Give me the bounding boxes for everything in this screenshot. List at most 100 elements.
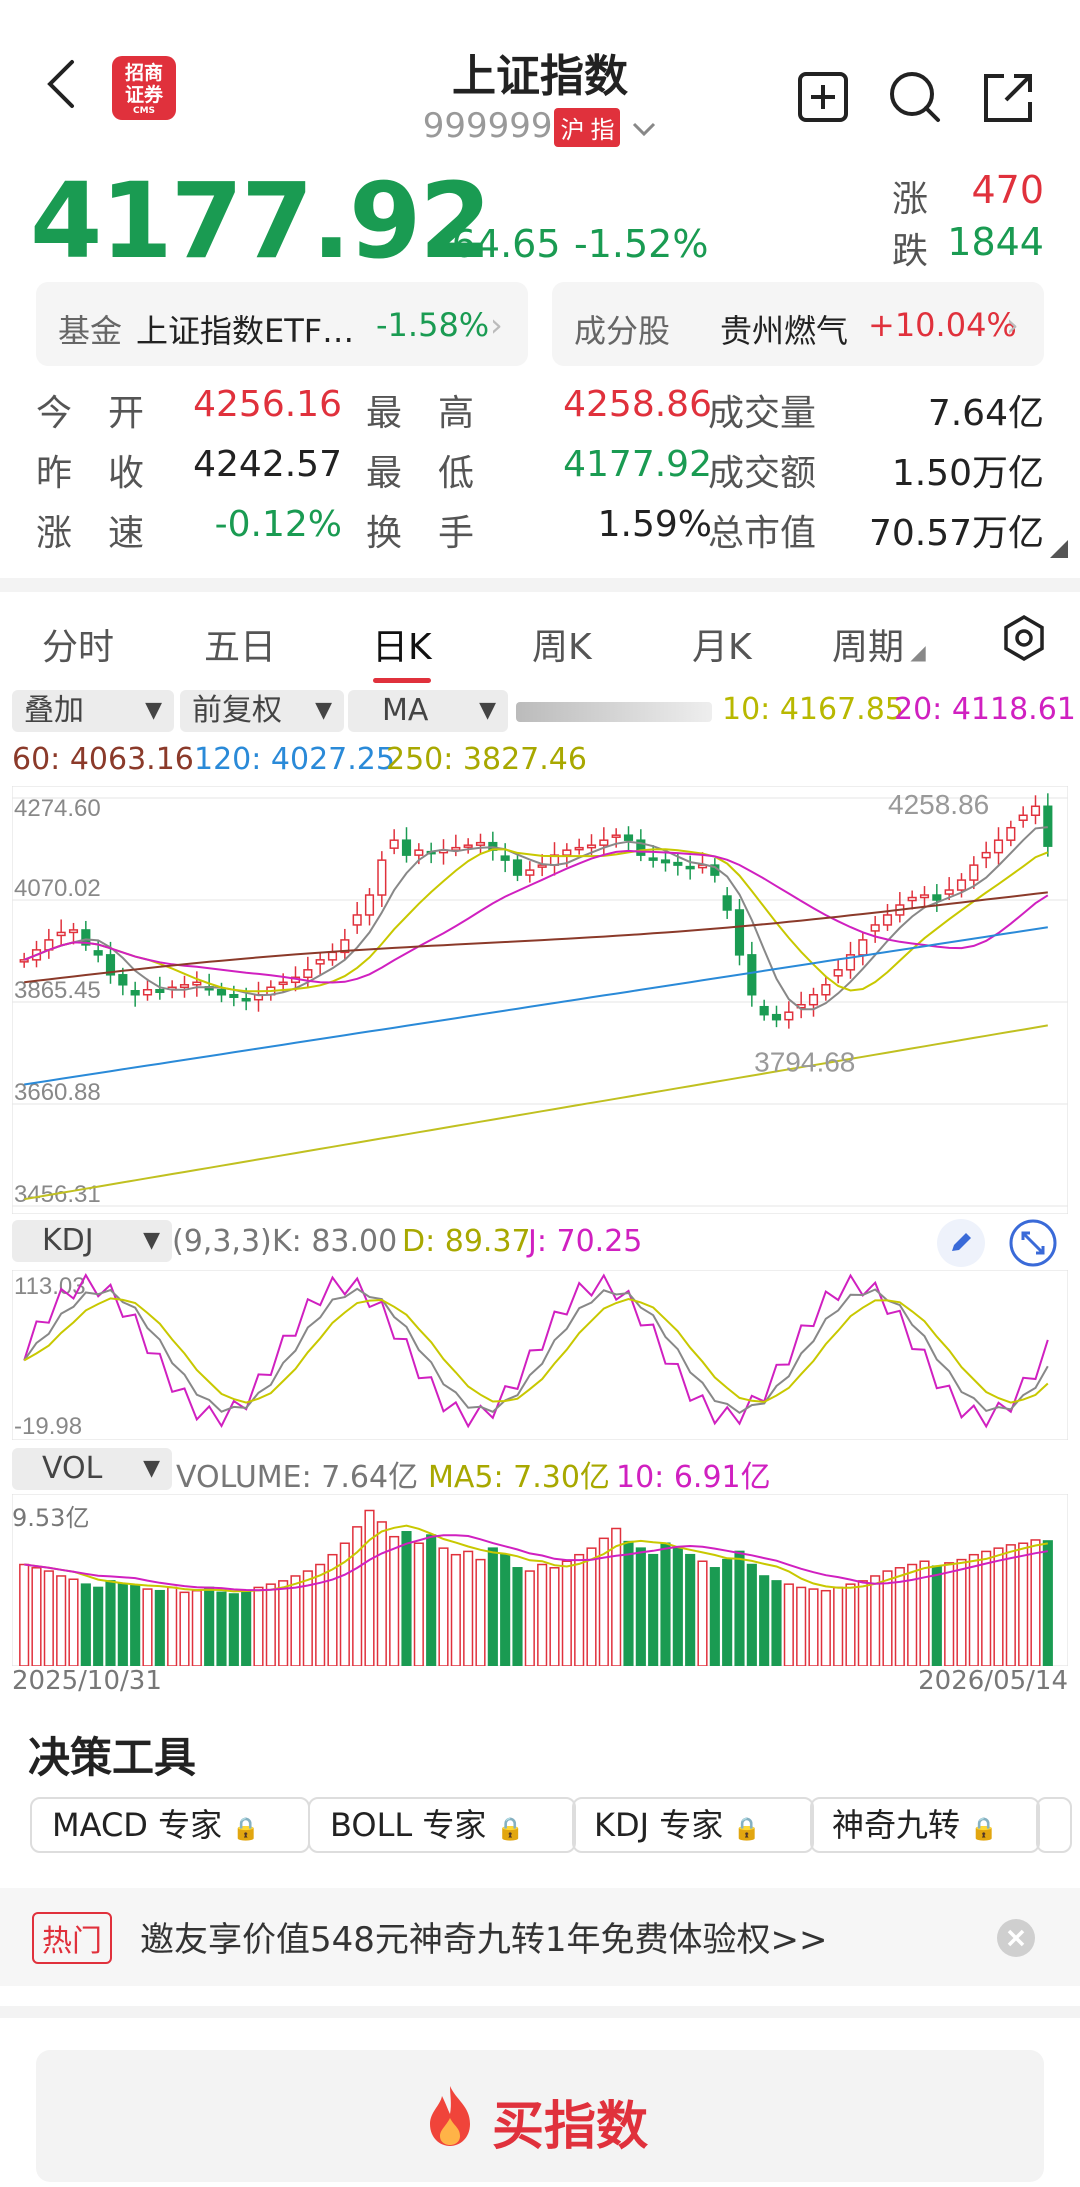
candle-body [401,839,412,856]
kdj-expert-chip[interactable]: KDJ 专家 🔒 [572,1797,814,1853]
ma20-line [23,849,1049,984]
candlestick-chart[interactable]: 4274.604070.023865.453660.883456.314258.… [12,786,1068,1214]
volume-bar [500,1553,511,1666]
dropdown-arrow-icon: ▼ [145,698,162,723]
candle-body [784,1011,794,1021]
candle-body [574,846,584,851]
volume-bar [401,1531,412,1666]
buy-index-button[interactable]: 买指数 [36,2050,1044,2182]
tab-period[interactable]: 周期 ◢ [832,618,926,670]
fullscreen-icon[interactable] [1008,1218,1058,1268]
stat-label: 昨 收 [36,453,145,494]
stat-value: 4177.92 [563,444,712,485]
chevron-right-icon: › [490,306,503,344]
candle-body [882,914,893,926]
candle-body [216,989,227,996]
boll-expert-chip[interactable]: BOLL 专家 🔒 [308,1797,576,1853]
volume-bar [968,1553,979,1666]
ma-scroll-bar[interactable] [516,702,712,722]
volume-bar [574,1553,585,1666]
stat-label: 成交额 [708,453,817,494]
buy-index-label: 买指数 [492,2097,649,2157]
tab-intraday[interactable]: 分时 [42,618,114,670]
related-fund-card[interactable]: 基金 上证指数ETF… -1.58% › [36,282,528,366]
volume-bar [68,1578,79,1666]
tab-five-day[interactable]: 五日 [204,618,276,670]
candle-body [969,864,979,881]
dropdown-arrow-icon: ▼ [315,698,332,723]
candle-body [993,839,1004,854]
candle-body [241,997,251,1002]
candle-body [93,950,103,956]
candle-body [944,889,954,895]
tab-weekly-k[interactable]: 周K [532,618,592,670]
tab-monthly-k[interactable]: 月K [692,618,752,670]
candle-body [179,984,190,989]
volume-bar [697,1560,708,1666]
candle-body [68,929,79,934]
candle-body [611,834,621,838]
ma20-value: 20: 4118.61 [894,692,1076,727]
candle-body [956,879,967,891]
stat-value: 7.64亿 [927,393,1044,434]
ma10-value: 10: 4167.85 [722,692,904,727]
stat-label: 成交量 [708,393,817,434]
magic-nine-chip[interactable]: 神奇九转 🔒 [810,1797,1040,1853]
indicator-dropdown[interactable]: MA ▼ [348,690,508,732]
candle-body [586,844,597,849]
up-label: 涨 [892,179,929,220]
y-tick-label: 3660.88 [14,1079,101,1106]
search-icon[interactable] [888,70,944,126]
chevron-down-icon [631,108,657,148]
volume-bar [216,1591,227,1666]
chart-frame [12,786,1068,1214]
candle-body [771,1013,782,1021]
macd-expert-chip[interactable]: MACD 专家 🔒 [30,1797,310,1853]
volume-bar [191,1589,202,1666]
vol-dropdown[interactable]: VOL ▼ [12,1448,172,1490]
volume-bar [167,1586,178,1666]
volume-bar [833,1586,844,1666]
lock-icon: 🔒 [970,1817,998,1842]
candle-body [364,894,375,916]
adjust-dropdown[interactable]: 前复权 ▼ [180,690,344,732]
volume-bar [475,1558,486,1666]
volume-bar [130,1585,141,1666]
fund-percent: -1.58% [376,306,490,344]
lock-icon: 🔒 [733,1817,761,1842]
candle-body [377,859,387,896]
overlay-dropdown[interactable]: 叠加 ▼ [12,690,174,732]
expand-corner-icon[interactable] [1046,536,1070,560]
kdj-dropdown[interactable]: KDJ ▼ [12,1220,172,1262]
kdj-chart[interactable]: 113.03-19.98 [12,1270,1068,1440]
tab-daily-k[interactable]: 日K [372,618,432,670]
candle-body [19,959,29,963]
component-percent: +10.04% [868,306,1017,344]
add-watchlist-icon[interactable] [796,70,852,126]
volume-bar [253,1586,264,1666]
candle-body [623,834,634,841]
y-tick-label: 4274.60 [14,795,101,822]
volume-bar [771,1580,782,1666]
volume-bar [105,1580,116,1666]
volume-chart[interactable] [12,1494,1068,1666]
price-change: -64.65 [438,222,561,266]
close-icon[interactable] [996,1918,1036,1958]
component-stock-card[interactable]: 成分股 贵州燃气 +10.04% › [552,282,1044,366]
promo-banner[interactable]: 热门 邀友享价值548元神奇九转1年免费体验权>> [0,1888,1080,1986]
volume-bar [586,1547,597,1666]
stat-value: 4258.86 [563,384,712,425]
edit-icon[interactable] [936,1218,986,1268]
volume-bar [376,1521,387,1666]
candle-body [1030,805,1041,817]
stat-label: 今 开 [36,393,145,434]
volume-bar [19,1563,30,1666]
settings-icon[interactable] [1000,614,1048,662]
more-tool-chip[interactable] [1036,1797,1072,1853]
volume-bar [857,1580,868,1666]
stat-value: 1.59% [597,504,712,545]
candle-body [981,851,991,859]
stat-label: 最 低 [366,453,475,494]
share-icon[interactable] [980,70,1036,126]
kdj-bottom-tick: -19.98 [14,1413,82,1440]
